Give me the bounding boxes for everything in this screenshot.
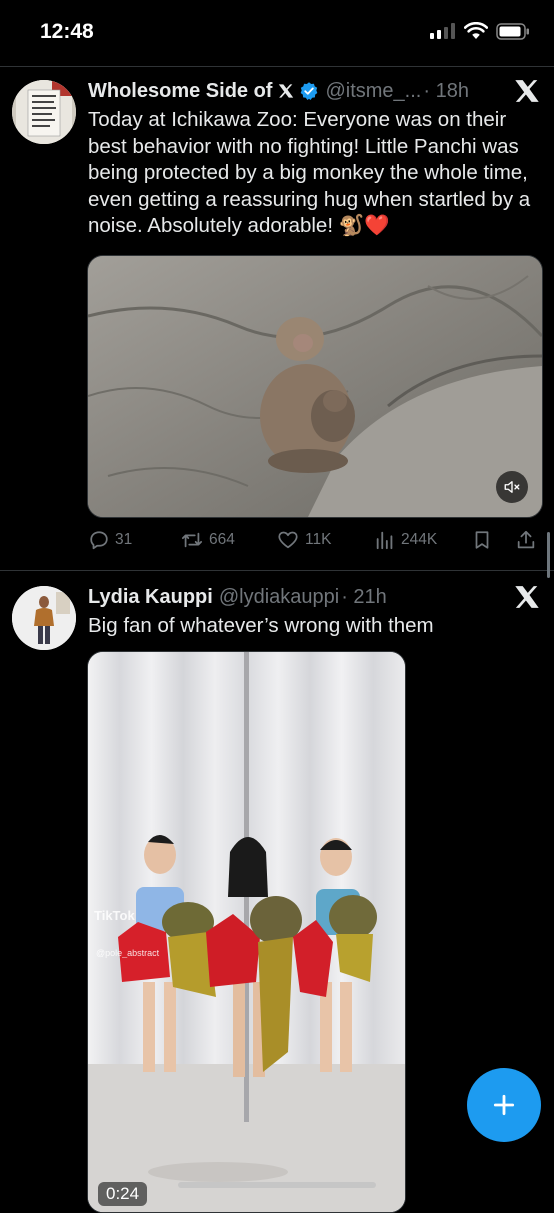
video-duration: 0:24 (98, 1182, 148, 1206)
tweet-time[interactable]: · 18h (423, 80, 469, 103)
avatar[interactable] (12, 80, 76, 144)
tiktok-watermark: TikTok (94, 908, 135, 923)
cellular-signal-icon (430, 23, 455, 39)
views-chart-icon (376, 531, 393, 550)
repost-count: 664 (209, 531, 235, 548)
dancers-video-frame (88, 652, 405, 1212)
tweet-video[interactable] (87, 255, 543, 518)
tweet-header: Lydia Kauppi @lydiakauppi · 21h (88, 582, 494, 612)
monkey-video-frame (88, 256, 542, 517)
author-name[interactable]: Wholesome Side of (88, 80, 272, 103)
mute-button[interactable] (496, 471, 528, 503)
avatar-image (12, 80, 76, 144)
reply-button[interactable]: 31 (88, 529, 132, 551)
tweet-header: Wholesome Side of @itsme_... · 18h (88, 76, 494, 106)
verified-badge-icon (301, 82, 318, 100)
like-count: 11K (305, 531, 332, 548)
repost-icon (181, 532, 203, 548)
author-name[interactable]: Lydia Kauppi (88, 586, 213, 609)
status-time: 12:48 (40, 20, 94, 43)
avatar-image (12, 586, 76, 650)
compose-button[interactable] (467, 1068, 541, 1142)
tweet-video[interactable]: TikTok @pole_abstract 0:24 (87, 651, 406, 1213)
tweet-time[interactable]: · 21h (341, 586, 387, 609)
scrollbar-thumb[interactable] (547, 532, 550, 578)
x-close-icon[interactable] (514, 78, 540, 104)
tweet-text: Big fan of whatever’s wrong with them (88, 614, 434, 637)
tiktok-username: @pole_abstract (96, 948, 160, 958)
tweet-text: Today at Ichikawa Zoo: Everyone was on t… (88, 108, 531, 237)
reply-count: 31 (115, 531, 133, 548)
avatar[interactable] (12, 586, 76, 650)
status-icons (430, 22, 530, 40)
home-indicator[interactable] (178, 1182, 376, 1188)
like-button[interactable]: 11K (276, 529, 331, 551)
heart-icon (278, 531, 298, 549)
x-logo-icon (279, 84, 294, 98)
wifi-icon (464, 22, 488, 39)
share-icon[interactable] (515, 529, 537, 551)
repost-button[interactable]: 664 (180, 529, 235, 551)
views-button[interactable]: 244K (374, 529, 437, 551)
tweet[interactable]: Wholesome Side of @itsme_... · 18h Today… (0, 66, 554, 570)
author-handle[interactable]: @itsme_... (325, 80, 421, 103)
bookmark-icon[interactable] (471, 529, 493, 551)
plus-icon (493, 1094, 515, 1116)
mute-icon (504, 481, 520, 493)
reply-icon (90, 531, 108, 550)
x-close-icon[interactable] (514, 584, 540, 610)
views-count: 244K (401, 531, 438, 548)
author-handle[interactable]: @lydiakauppi (219, 586, 339, 609)
status-bar: 12:48 (0, 0, 554, 64)
battery-icon (496, 22, 529, 40)
tweet-actions: 31 664 11K 244K (88, 525, 543, 555)
